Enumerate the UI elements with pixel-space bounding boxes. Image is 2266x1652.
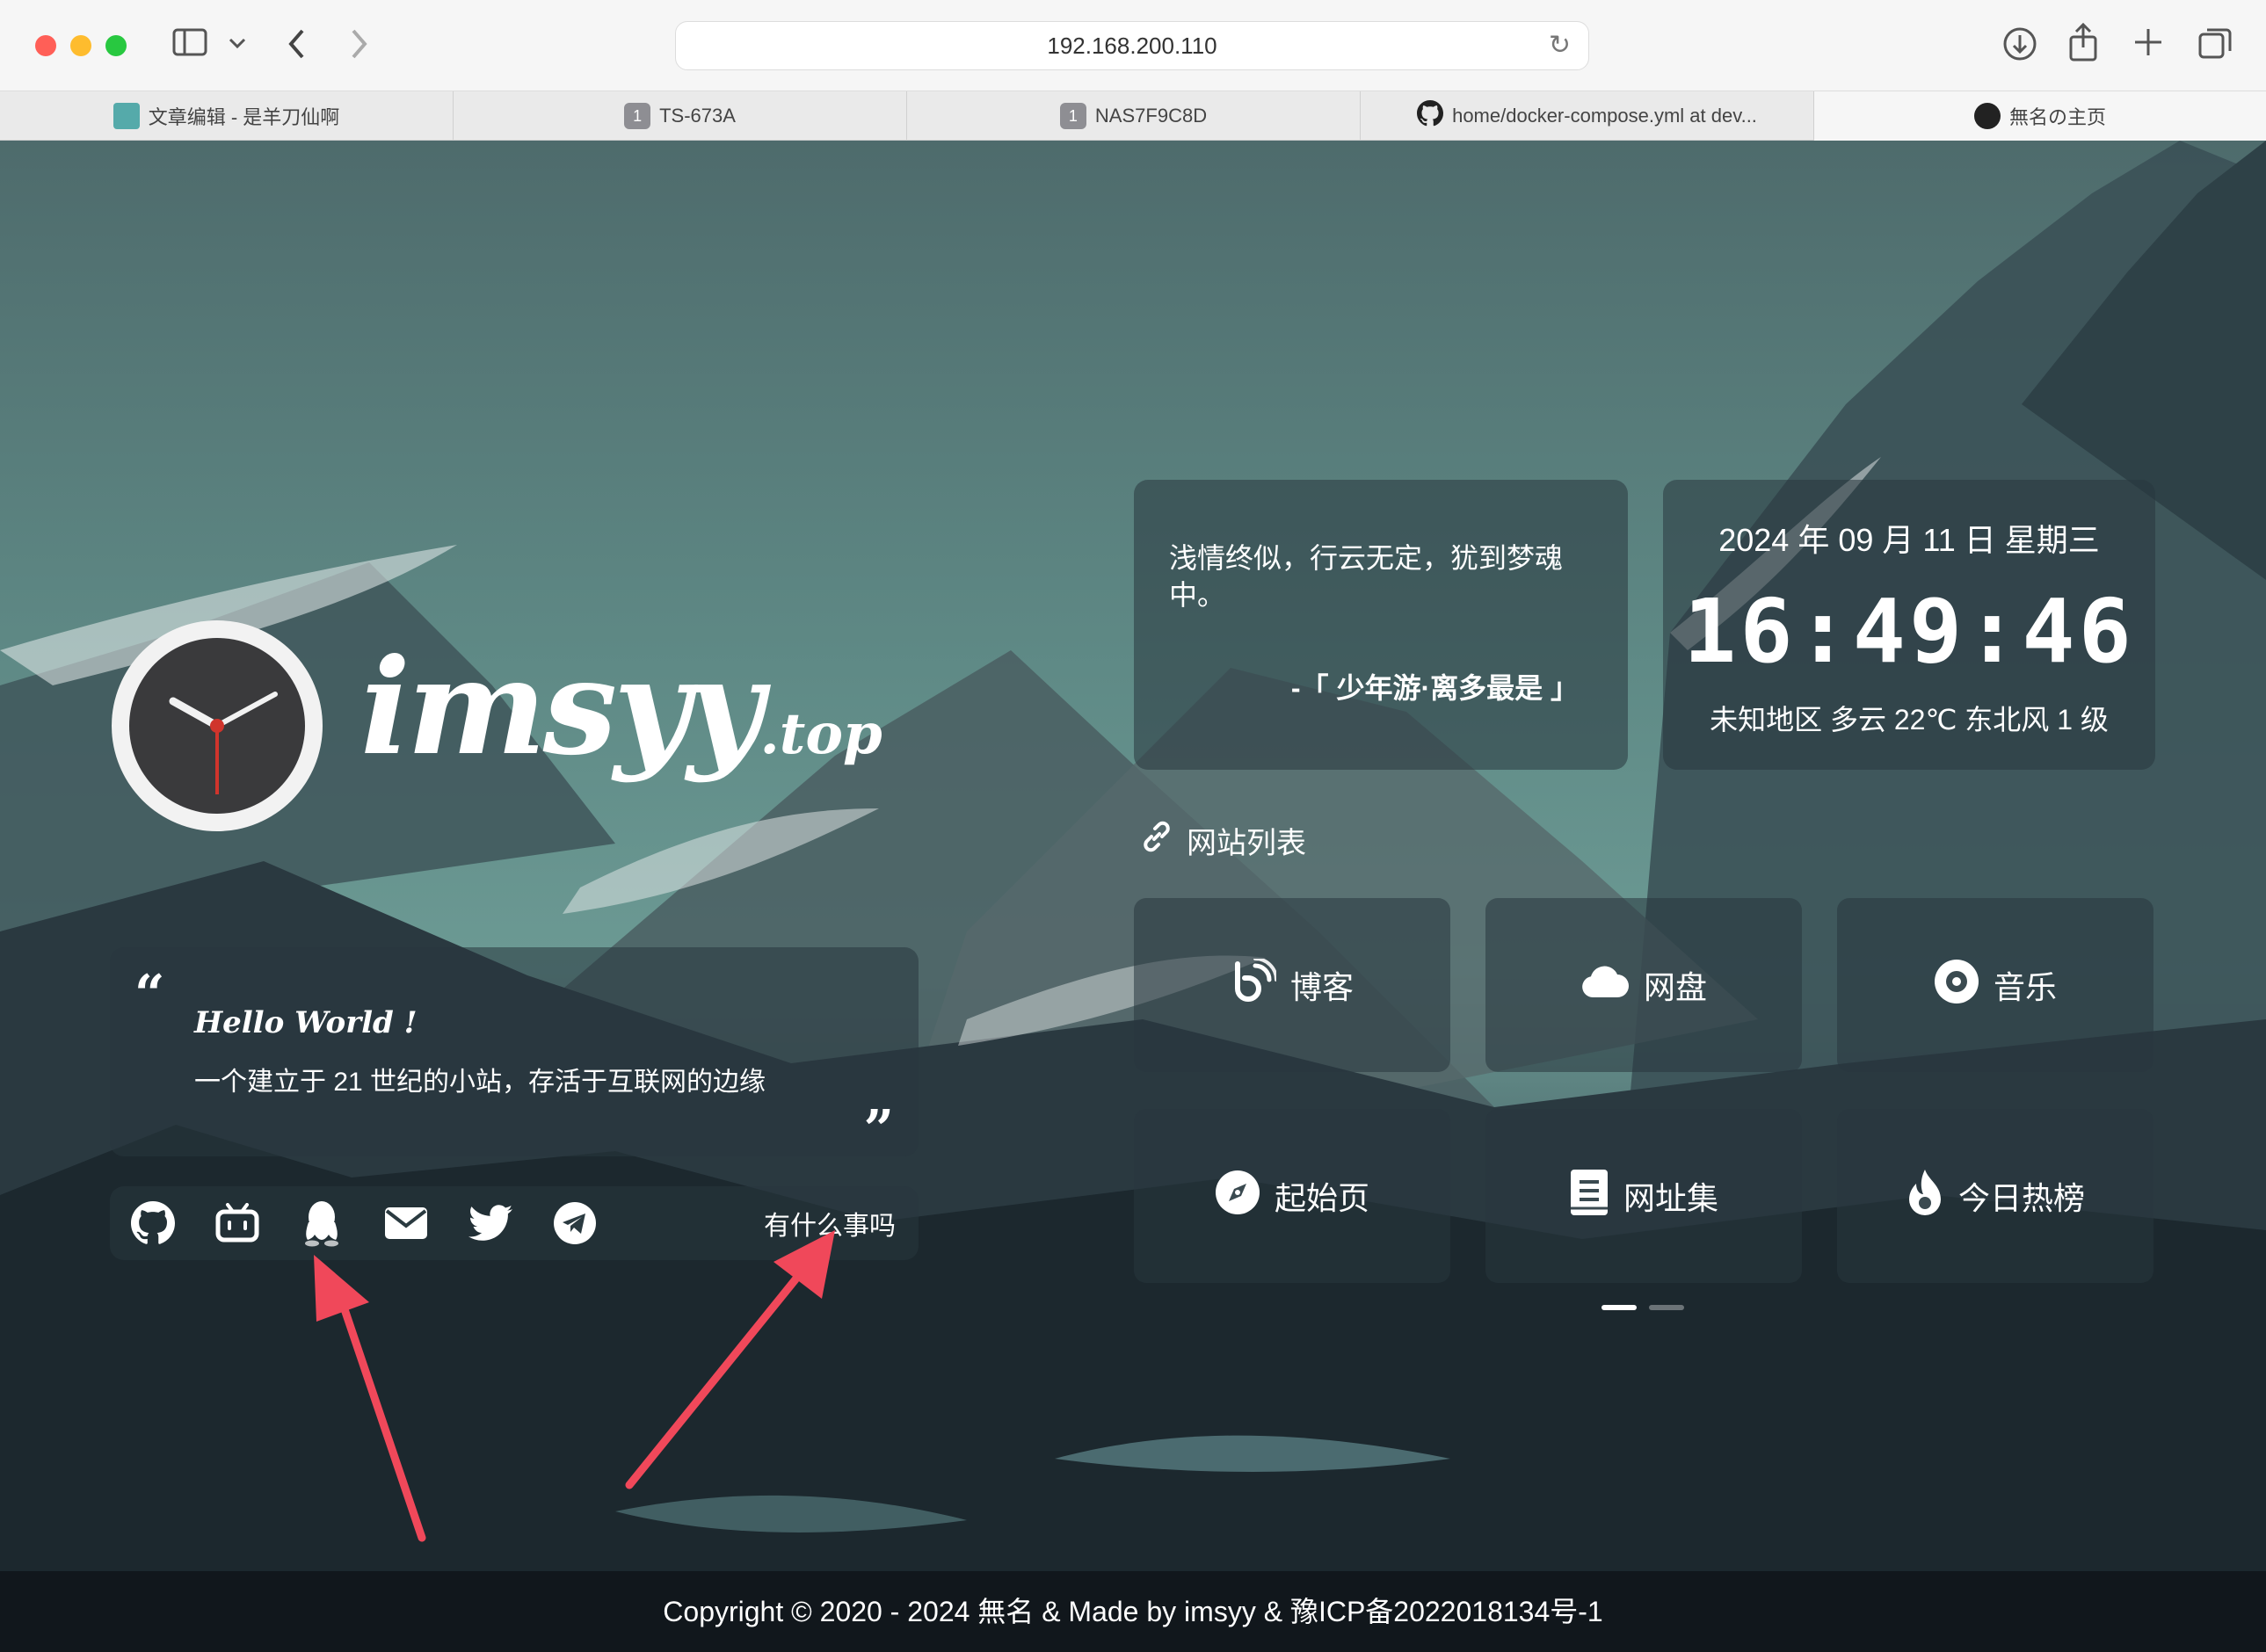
link-icon: [1139, 819, 1174, 862]
mountain-background: [0, 141, 2266, 1652]
address-bar[interactable]: 192.168.200.110 ↻: [675, 21, 1589, 70]
tab-favicon: [113, 103, 140, 129]
site-card-label: 网盘: [1643, 969, 1707, 1005]
poem-source: -「 少年游·离多最是 」: [1290, 672, 1579, 704]
time-text: 16:49:46: [1683, 580, 2135, 683]
tab-article-editor[interactable]: 文章编辑 - 是羊刀仙啊: [0, 91, 454, 141]
site-card-blog[interactable]: 博客: [1134, 898, 1450, 1072]
poem-text: 浅情终似，行云无定，犹到梦魂中。: [1169, 542, 1564, 611]
clock-logo-icon: [110, 619, 324, 833]
social-hint: 有什么事吗: [764, 1212, 896, 1241]
tab-title: TS-673A: [659, 105, 736, 127]
close-window-button[interactable]: [35, 35, 56, 56]
tab-title: home/docker-compose.yml at dev...: [1452, 105, 1757, 127]
weather-text: 未知地区 多云 22℃ 东北风 1 级: [1710, 704, 2109, 735]
sidebar-toggle-icon[interactable]: [172, 28, 207, 62]
browser-window: 192.168.200.110 ↻ 文章编辑 - 是羊刀仙啊 1 TS-673A…: [0, 0, 2266, 1652]
tab-overview-icon[interactable]: [2197, 26, 2233, 68]
chevron-down-icon[interactable]: [229, 33, 246, 53]
forward-icon[interactable]: [348, 28, 369, 66]
tab-favicon: 1: [624, 103, 651, 129]
tab-title: NAS7F9C8D: [1094, 105, 1208, 127]
logo-text: imsyy: [360, 630, 763, 785]
bilibili-icon[interactable]: [212, 1198, 263, 1249]
telegram-icon[interactable]: [549, 1198, 600, 1249]
page-dot[interactable]: [1649, 1305, 1684, 1310]
intro-greeting: Hello World !: [194, 1005, 418, 1040]
site-card-label: 音乐: [1993, 969, 2057, 1005]
new-tab-icon[interactable]: [2132, 26, 2164, 64]
github-icon: [1417, 100, 1444, 132]
mail-icon[interactable]: [381, 1198, 432, 1249]
download-icon[interactable]: [2002, 26, 2037, 68]
footer: Copyright © 2020 - 2024 無名 & Made by ims…: [0, 1571, 2266, 1652]
intro-text: 一个建立于 21 世纪的小站，存活于互联网的边缘: [194, 1068, 766, 1097]
share-icon[interactable]: [2067, 22, 2099, 68]
site-list-title-text: 网站列表: [1187, 827, 1306, 860]
intro-card: “ Hello World ! 一个建立于 21 世纪的小站，存活于互联网的边缘…: [110, 947, 919, 1156]
site-card-trending[interactable]: 今日热榜: [1837, 1109, 2153, 1283]
close-quote-icon: ”: [863, 1099, 894, 1161]
poem-card[interactable]: 浅情终似，行云无定，犹到梦魂中。 -「 少年游·离多最是 」: [1134, 480, 1628, 770]
page-dot-active[interactable]: [1601, 1305, 1637, 1310]
back-icon[interactable]: [287, 28, 308, 66]
minimize-window-button[interactable]: [70, 35, 91, 56]
reload-icon[interactable]: ↻: [1549, 22, 1571, 69]
blog-icon: [1231, 956, 1278, 1012]
github-icon[interactable]: [127, 1198, 178, 1249]
site-card-label: 网址集: [1623, 1180, 1718, 1216]
address-text: 192.168.200.110: [1047, 33, 1217, 59]
fire-icon: [1906, 1168, 1944, 1225]
tab-bar: 文章编辑 - 是羊刀仙啊 1 TS-673A 1 NAS7F9C8D home/…: [0, 91, 2266, 141]
book-icon: [1569, 1168, 1609, 1225]
tab-favicon: 1: [1059, 103, 1086, 129]
homepage: imsyy.top “ Hello World ! 一个建立于 21 世纪的小站…: [0, 141, 2266, 1652]
tab-home-active[interactable]: 無名の主页: [1814, 91, 2266, 141]
twitter-icon[interactable]: [465, 1198, 516, 1249]
tab-github[interactable]: home/docker-compose.yml at dev...: [1361, 91, 1814, 141]
time-weather-card: 2024 年 09 月 11 日 星期三 16:49:46 未知地区 多云 22…: [1663, 480, 2155, 770]
zoom-window-button[interactable]: [105, 35, 127, 56]
tab-title: 文章编辑 - 是羊刀仙啊: [148, 106, 340, 128]
footer-text[interactable]: Copyright © 2020 - 2024 無名 & Made by ims…: [663, 1596, 1602, 1627]
tab-favicon: [1973, 103, 2001, 129]
site-logo[interactable]: imsyy.top: [360, 641, 882, 773]
music-icon: [1934, 959, 1979, 1012]
social-bar: 有什么事吗: [110, 1186, 919, 1260]
site-card-bookmarks[interactable]: 网址集: [1485, 1109, 1802, 1283]
site-card-startpage[interactable]: 起始页: [1134, 1109, 1450, 1283]
site-card-label: 今日热榜: [1957, 1180, 2085, 1216]
site-list-title: 网站列表: [1139, 819, 1306, 862]
qq-icon[interactable]: [296, 1198, 347, 1249]
tab-ts673a[interactable]: 1 TS-673A: [454, 91, 907, 141]
site-card-label: 博客: [1289, 969, 1354, 1005]
site-card-label: 起始页: [1274, 1180, 1369, 1216]
browser-toolbar: 192.168.200.110 ↻: [0, 0, 2266, 91]
tab-nas[interactable]: 1 NAS7F9C8D: [907, 91, 1361, 141]
tab-title: 無名の主页: [2008, 106, 2106, 128]
logo-suffix: .top: [759, 701, 882, 767]
site-card-music[interactable]: 音乐: [1837, 898, 2153, 1072]
cloud-icon: [1580, 964, 1630, 1007]
open-quote-icon: “: [134, 964, 165, 1025]
site-list-pagination: [1601, 1305, 1684, 1310]
date-text: 2024 年 09 月 11 日 星期三: [1718, 522, 2100, 558]
compass-icon: [1215, 1170, 1260, 1223]
site-card-cloud-drive[interactable]: 网盘: [1485, 898, 1802, 1072]
